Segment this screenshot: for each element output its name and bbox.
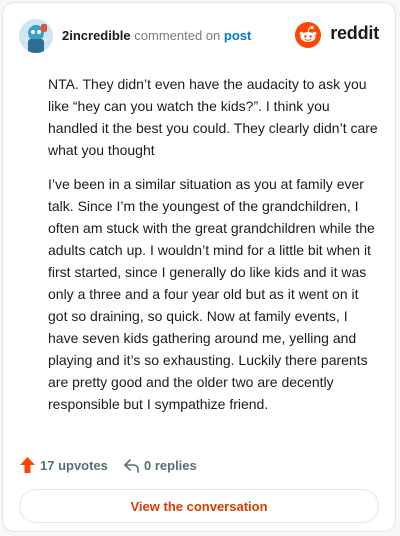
action-text: commented on — [134, 28, 221, 43]
comment-body: NTA. They didn’t even have the audacity … — [48, 73, 379, 427]
comment-header: 2incredible commented on post reddit — [19, 19, 379, 53]
comment-meta: 2incredible commented on post — [62, 28, 251, 43]
post-link[interactable]: post — [224, 28, 251, 43]
upvote-count: 17 upvotes — [40, 458, 108, 473]
avatar-image — [19, 19, 53, 53]
reply-arrow-icon — [124, 459, 139, 473]
comment-card: 2incredible commented on post reddit NTA… — [2, 2, 396, 532]
reddit-logo-icon — [295, 22, 321, 48]
upvote-button[interactable]: 17 upvotes — [19, 456, 109, 476]
reddit-brand[interactable]: reddit — [289, 20, 379, 50]
comment-paragraph: NTA. They didn’t even have the audacity … — [48, 76, 378, 158]
upvote-arrow-icon — [20, 457, 35, 473]
username[interactable]: 2incredible — [62, 28, 131, 43]
view-conversation-button[interactable]: View the conversation — [19, 489, 379, 523]
user-avatar[interactable] — [19, 19, 53, 53]
brand-wordmark: reddit — [330, 23, 379, 43]
comment-paragraph: I’ve been in a similar situation as you … — [48, 176, 375, 412]
reply-count: 0 replies — [144, 458, 197, 473]
reply-button[interactable]: 0 replies — [123, 456, 213, 476]
